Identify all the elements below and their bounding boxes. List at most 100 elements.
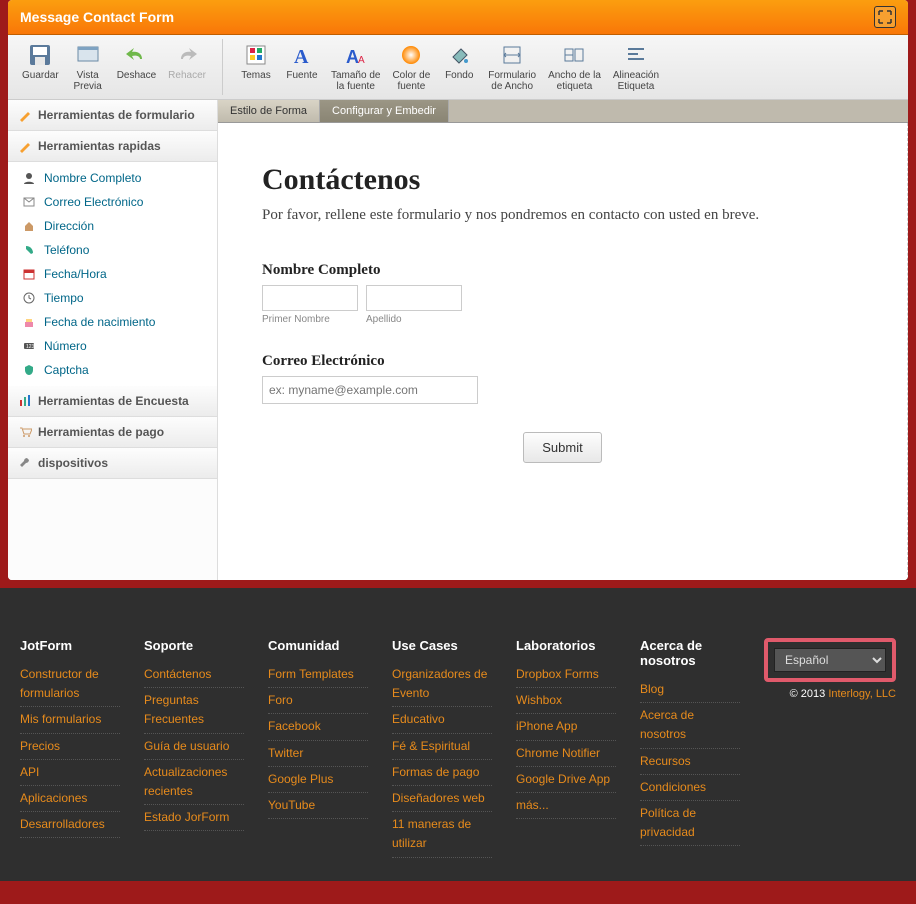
footer-link[interactable]: Actualizaciones recientes — [144, 763, 244, 802]
toolbar-label: Temas — [241, 70, 270, 81]
footer-heading: Use Cases — [392, 638, 492, 653]
toolbar-label: Deshace — [117, 70, 156, 81]
footer-link[interactable]: Estado JorForm — [144, 808, 244, 828]
footer-link[interactable]: Guía de usuario — [144, 737, 244, 757]
copyright-link[interactable]: Interlogy, LLC — [828, 688, 896, 700]
tool-time[interactable]: Tiempo — [8, 286, 217, 310]
tool-email[interactable]: Correo Electrónico — [8, 190, 217, 214]
tool-number[interactable]: 123 Número — [8, 334, 217, 358]
footer-link[interactable]: Form Templates — [268, 665, 368, 685]
footer-link[interactable]: más... — [516, 796, 616, 816]
preview-button[interactable]: Vista Previa — [65, 39, 111, 95]
footer-link[interactable]: API — [20, 763, 120, 783]
footer-heading: Acerca de nosotros — [640, 638, 740, 668]
accordion-label: Herramientas de formulario — [38, 108, 195, 122]
wrench-icon — [18, 456, 32, 470]
footer: JotForm Constructor de formularios Mis for… — [0, 588, 916, 881]
footer-link[interactable]: Foro — [268, 691, 368, 711]
footer-column: LaboratoriosDropbox FormsWishboxiPhone A… — [516, 638, 616, 861]
footer-link[interactable]: Acerca de nosotros — [640, 706, 740, 745]
tab-configure[interactable]: Configurar y Embedir — [320, 100, 449, 122]
footer-link[interactable]: YouTube — [268, 796, 368, 816]
redo-button[interactable]: Rehacer — [162, 39, 212, 95]
footer-link[interactable]: Contáctenos — [144, 665, 244, 685]
footer-link[interactable]: Organizadores de Evento — [392, 665, 492, 704]
language-select[interactable]: Español — [774, 648, 886, 672]
tool-phone[interactable]: Teléfono — [8, 238, 217, 262]
tab-style[interactable]: Estilo de Forma — [218, 100, 320, 122]
accordion-form-tools[interactable]: Herramientas de formulario — [8, 100, 217, 131]
font-color-button[interactable]: Color de fuente — [386, 39, 436, 95]
accordion-quick-tools[interactable]: Herramientas rapidas — [8, 131, 217, 162]
footer-link[interactable]: Google Drive App — [516, 770, 616, 790]
footer-column: Acerca de nosotros Blog Acerca de nosotros… — [640, 638, 740, 861]
footer-link[interactable]: Google Plus — [268, 770, 368, 790]
footer-link[interactable]: Fé & Espiritual — [392, 737, 492, 757]
footer-link[interactable]: Blog — [640, 680, 740, 700]
footer-link[interactable]: Recursos — [640, 752, 740, 772]
footer-link[interactable]: Facebook — [268, 717, 368, 737]
svg-text:123: 123 — [26, 344, 35, 350]
expand-icon[interactable] — [874, 6, 896, 28]
toolbar-label: Color de fuente — [392, 70, 430, 92]
footer-link[interactable]: Wishbox — [516, 691, 616, 711]
tool-fullname[interactable]: Nombre Completo — [8, 166, 217, 190]
label-align-button[interactable]: Alineación Etiqueta — [607, 39, 665, 95]
footer-link[interactable]: Diseñadores web — [392, 789, 492, 809]
toolbar-label: Alineación Etiqueta — [613, 70, 659, 92]
footer-link[interactable]: Condiciones — [640, 778, 740, 798]
font-button[interactable]: A Fuente — [279, 39, 325, 95]
accordion-widgets[interactable]: dispositivos — [8, 448, 217, 479]
font-size-button[interactable]: AA Tamaño de la fuente — [325, 39, 386, 95]
tool-datetime[interactable]: Fecha/Hora — [8, 262, 217, 286]
footer-link[interactable]: Precios — [20, 737, 120, 757]
themes-button[interactable]: Temas — [233, 39, 279, 95]
footer-column: Soporte Contáctenos Preguntas Frecuentes Gu… — [144, 638, 244, 861]
first-name-input[interactable] — [262, 285, 358, 311]
label-width-icon — [561, 42, 587, 68]
footer-heading: Soporte — [144, 638, 244, 653]
footer-link[interactable]: Aplicaciones — [20, 789, 120, 809]
label-width-button[interactable]: Ancho de la etiqueta — [542, 39, 607, 95]
footer-link[interactable]: Chrome Notifier — [516, 744, 616, 764]
footer-link[interactable]: Twitter — [268, 744, 368, 764]
footer-link[interactable]: 11 maneras de utilizar — [392, 815, 492, 854]
themes-icon — [243, 42, 269, 68]
pencil-icon — [18, 139, 32, 153]
titlebar: Message Contact Form — [8, 0, 908, 35]
footer-link[interactable]: Política de privacidad — [640, 804, 740, 843]
field-label: Correo Electrónico — [262, 353, 863, 370]
tool-label: Número — [44, 339, 87, 353]
footer-link[interactable]: Constructor de formularios — [20, 665, 120, 704]
footer-link[interactable]: Educativo — [392, 710, 492, 730]
footer-column: JotForm Constructor de formularios Mis for… — [20, 638, 120, 861]
footer-link[interactable]: Dropbox Forms — [516, 665, 616, 685]
tool-address[interactable]: Dirección — [8, 214, 217, 238]
copyright: © 2013 Interlogy, LLC — [764, 688, 896, 700]
undo-button[interactable]: Deshace — [111, 39, 162, 95]
tool-captcha[interactable]: Captcha — [8, 358, 217, 382]
footer-link[interactable]: Formas de pago — [392, 763, 492, 783]
email-input[interactable] — [262, 376, 478, 404]
tool-label: Dirección — [44, 219, 94, 233]
footer-heading: JotForm — [20, 638, 120, 653]
footer-link[interactable]: Desarrolladores — [20, 815, 120, 835]
tool-label: Captcha — [44, 363, 89, 377]
form-width-button[interactable]: Formulario de Ancho — [482, 39, 542, 95]
last-name-input[interactable] — [366, 285, 462, 311]
toolbar: Guardar Vista Previa Deshace Rehacer — [8, 35, 908, 100]
cake-icon — [22, 315, 36, 329]
footer-link[interactable]: iPhone App — [516, 717, 616, 737]
accordion-payment-tools[interactable]: Herramientas de pago — [8, 417, 217, 448]
footer-link[interactable]: Mis formularios — [20, 710, 120, 730]
save-button[interactable]: Guardar — [16, 39, 65, 95]
submit-button[interactable]: Submit — [523, 432, 601, 463]
footer-link[interactable]: Preguntas Frecuentes — [144, 691, 244, 730]
calendar-icon — [22, 267, 36, 281]
form-builder-window: Message Contact Form Guardar Vista Previ… — [8, 0, 908, 580]
clock-icon — [22, 291, 36, 305]
tool-birthdate[interactable]: Fecha de nacimiento — [8, 310, 217, 334]
shield-icon — [22, 363, 36, 377]
accordion-survey-tools[interactable]: Herramientas de Encuesta — [8, 386, 217, 417]
background-button[interactable]: Fondo — [436, 39, 482, 95]
